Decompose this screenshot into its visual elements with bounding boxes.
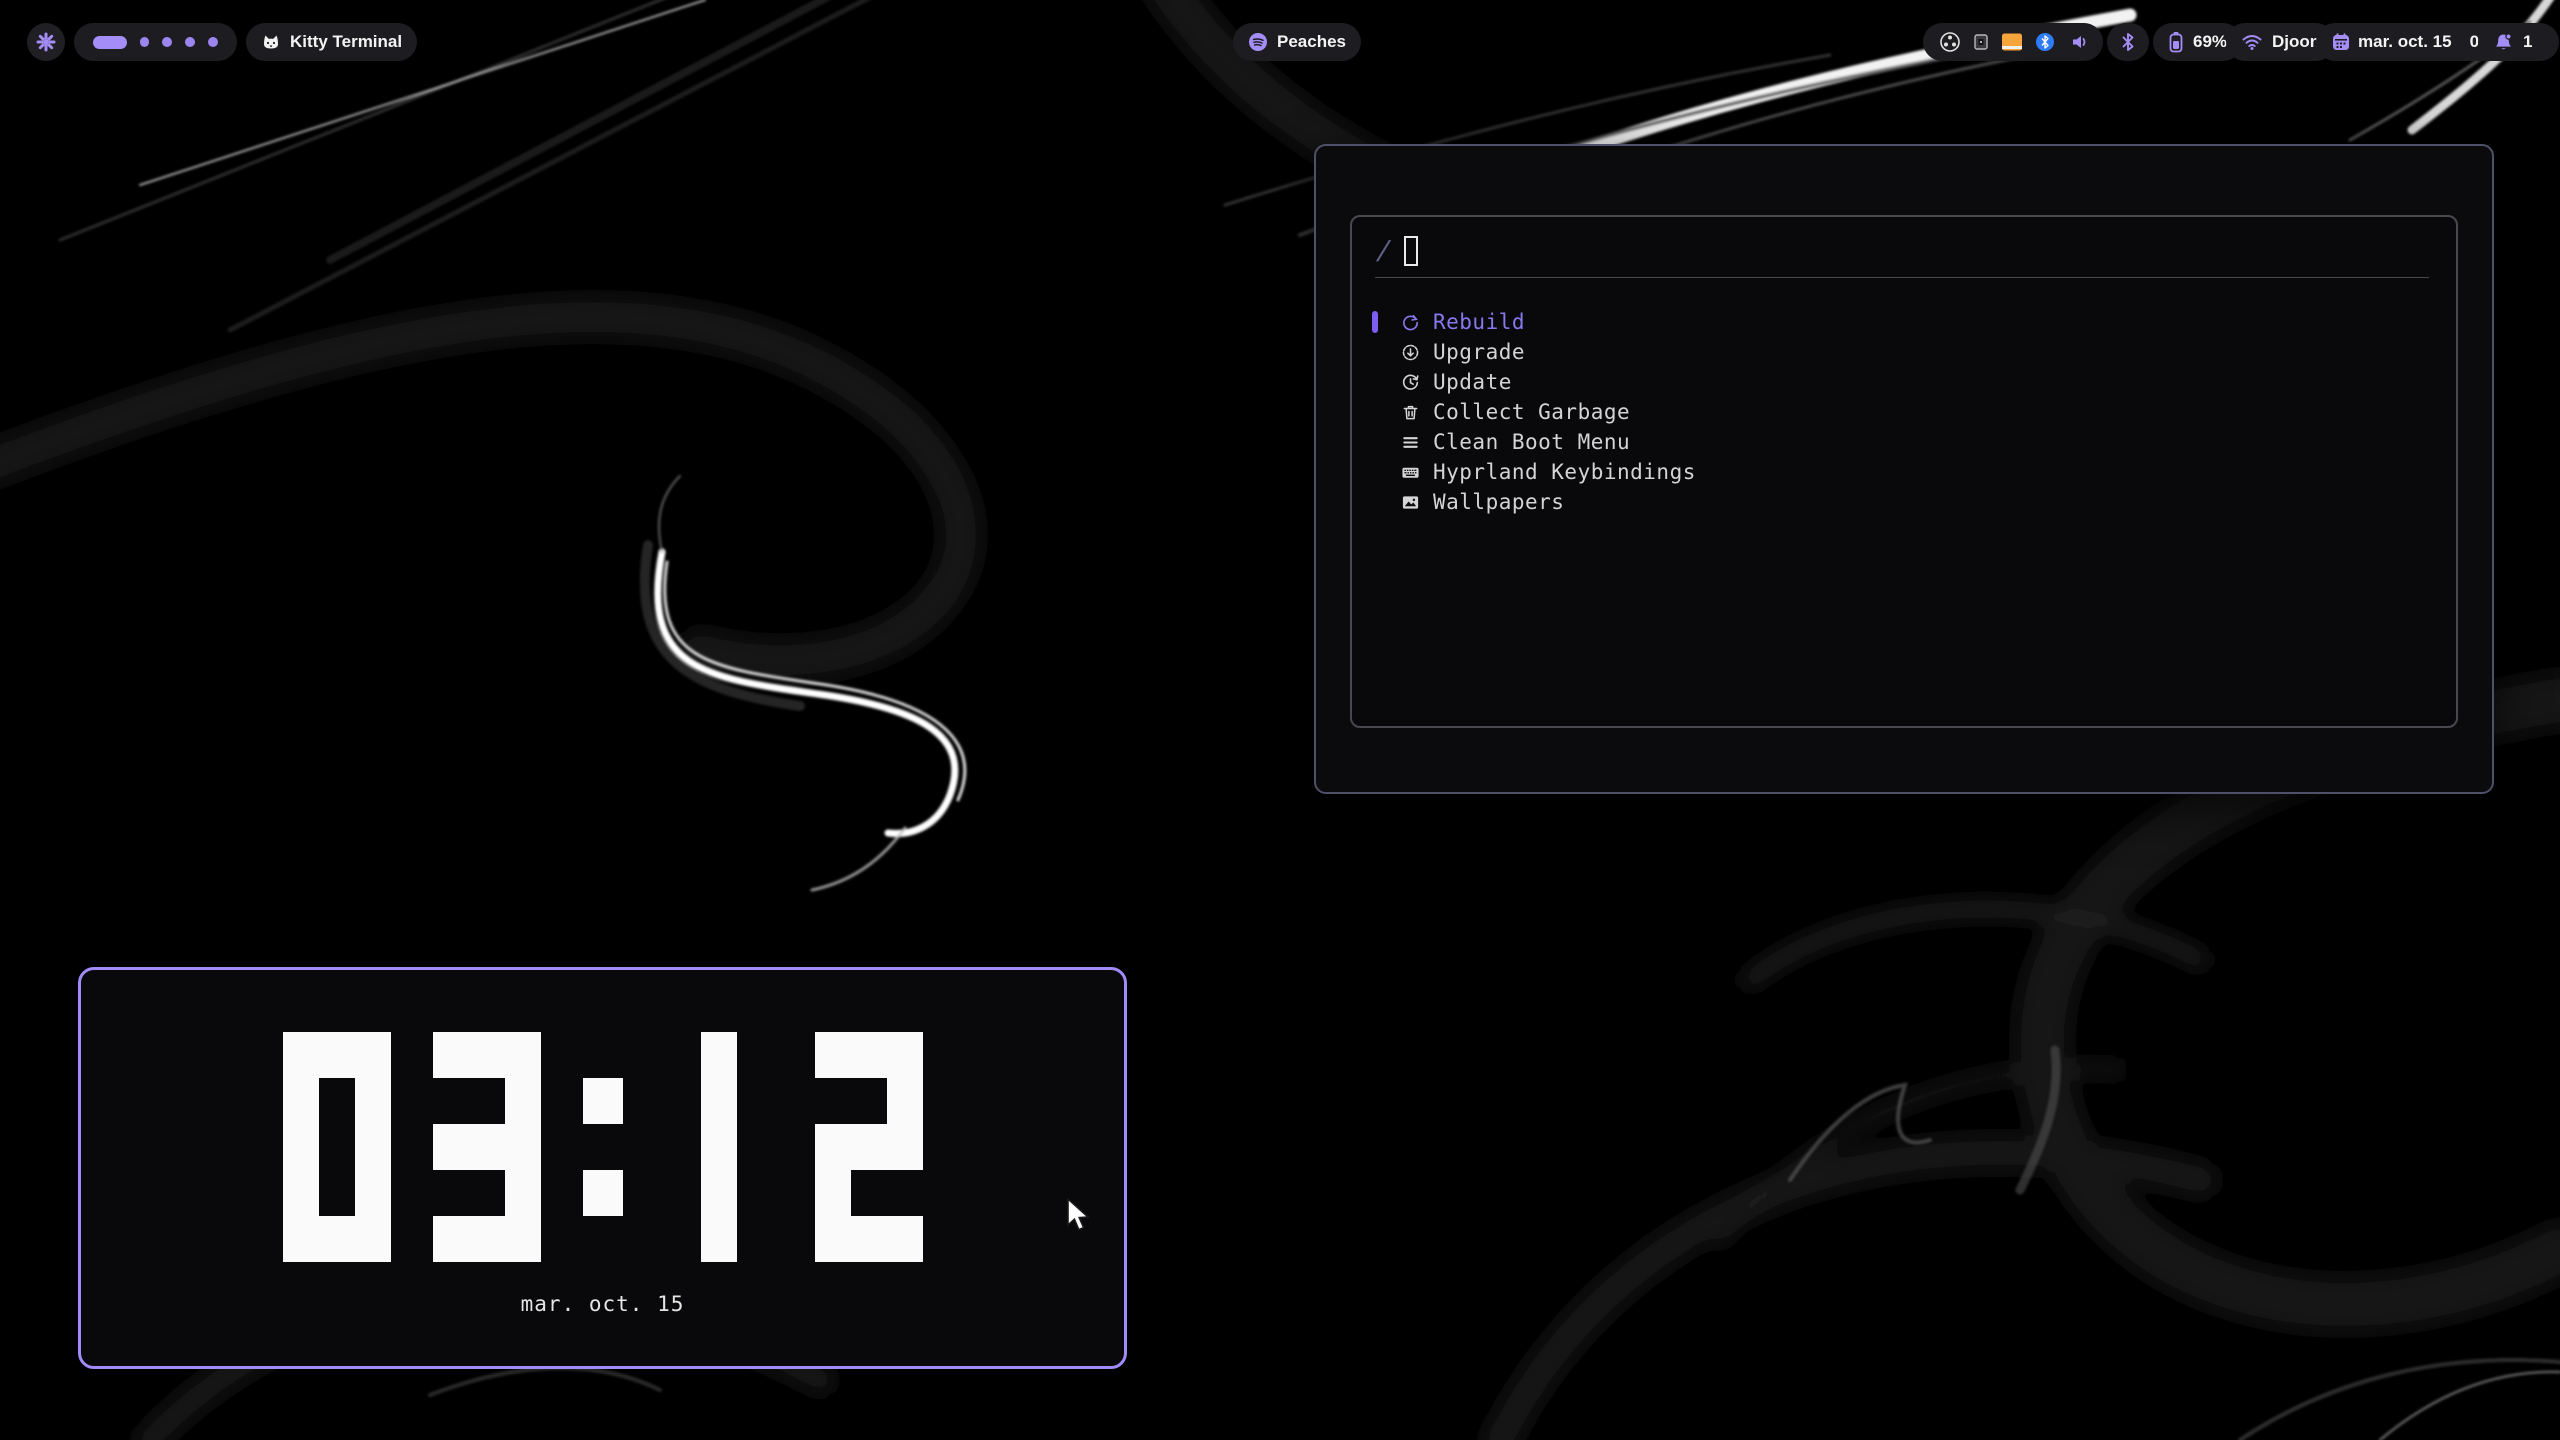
item-label: Rebuild <box>1433 310 1525 334</box>
launcher-item-wallpapers[interactable]: Wallpapers <box>1352 487 2456 517</box>
launcher-item-list: Rebuild Upgrade Update <box>1352 307 2456 517</box>
clock-glyph-1 <box>665 1032 773 1262</box>
desktop: Kitty Terminal Peaches <box>0 0 2560 1440</box>
obs-icon[interactable] <box>1939 31 1961 53</box>
clock-time-display <box>283 1032 923 1262</box>
flower-icon <box>35 31 57 53</box>
workspace-active-pill[interactable] <box>93 36 127 49</box>
workspace-dot[interactable] <box>208 37 218 47</box>
rebuild-icon <box>1401 313 1420 332</box>
item-label: Wallpapers <box>1433 490 1564 514</box>
launcher-item-update[interactable]: Update <box>1352 367 2456 397</box>
active-window-pill[interactable]: Kitty Terminal <box>246 23 417 61</box>
calendar-icon <box>2331 32 2351 52</box>
clock-glyph-colon <box>583 1032 623 1262</box>
media-pill[interactable]: Peaches <box>1233 23 1361 61</box>
app-square-icon[interactable] <box>1973 32 1989 52</box>
launcher-item-collect-garbage[interactable]: Collect Garbage <box>1352 397 2456 427</box>
trash-icon <box>1401 403 1420 422</box>
speaker-icon <box>2070 32 2090 52</box>
item-label: Update <box>1433 370 1512 394</box>
clock-widget: mar. oct. 15 <box>78 967 1127 1369</box>
notifications-pill[interactable]: 1 <box>2478 23 2547 61</box>
clock-date: mar. oct. 15 <box>521 1292 685 1316</box>
cat-icon <box>261 32 281 52</box>
item-label: Hyprland Keybindings <box>1433 460 1696 484</box>
upgrade-icon <box>1401 343 1420 362</box>
launcher-search-box: / Rebuild Upgra <box>1350 215 2458 728</box>
item-label: Clean Boot Menu <box>1433 430 1630 454</box>
clock-glyph-2 <box>815 1032 923 1262</box>
launcher-item-rebuild[interactable]: Rebuild <box>1352 307 2456 337</box>
active-window-title: Kitty Terminal <box>290 32 402 52</box>
launcher-item-upgrade[interactable]: Upgrade <box>1352 337 2456 367</box>
bluetooth-tray-icon[interactable] <box>2035 32 2055 52</box>
bell-icon <box>2493 32 2514 53</box>
workspace-dot[interactable] <box>162 37 172 47</box>
notification-count: 1 <box>2523 32 2532 52</box>
prompt-symbol: / <box>1374 236 1394 266</box>
search-separator <box>1375 277 2429 278</box>
selection-indicator <box>1372 311 1378 333</box>
workspaces-widget[interactable] <box>74 23 237 61</box>
battery-percent: 69% <box>2193 32 2227 52</box>
keyboard-icon <box>1401 463 1420 482</box>
search-row[interactable]: / <box>1376 231 1418 271</box>
network-ssid: Djoon <box>2272 32 2320 52</box>
bluetooth-pill[interactable] <box>2107 23 2149 61</box>
item-label: Collect Garbage <box>1433 400 1630 424</box>
launcher-window: / Rebuild Upgra <box>1314 144 2494 794</box>
wifi-icon <box>2241 33 2263 51</box>
workspace-dot[interactable] <box>185 37 195 47</box>
list-icon <box>1401 433 1420 452</box>
image-icon <box>1401 493 1420 512</box>
launcher-button[interactable] <box>27 23 65 61</box>
item-label: Upgrade <box>1433 340 1525 364</box>
clock-glyph-3 <box>433 1032 541 1262</box>
spotify-icon <box>1248 32 1268 52</box>
workspace-dot[interactable] <box>140 37 150 47</box>
update-icon <box>1401 373 1420 392</box>
volume-pill[interactable] <box>2059 23 2101 61</box>
mouse-cursor <box>1066 1198 1096 1232</box>
clock-glyph-0 <box>283 1032 391 1262</box>
orange-app-icon[interactable] <box>2001 32 2023 52</box>
media-title: Peaches <box>1277 32 1346 52</box>
launcher-item-hyprland-keybindings[interactable]: Hyprland Keybindings <box>1352 457 2456 487</box>
bluetooth-icon <box>2119 32 2137 52</box>
launcher-item-clean-boot-menu[interactable]: Clean Boot Menu <box>1352 427 2456 457</box>
datetime-date: mar. oct. 15 <box>2358 32 2452 52</box>
text-cursor <box>1404 236 1418 266</box>
battery-icon <box>2168 31 2184 53</box>
